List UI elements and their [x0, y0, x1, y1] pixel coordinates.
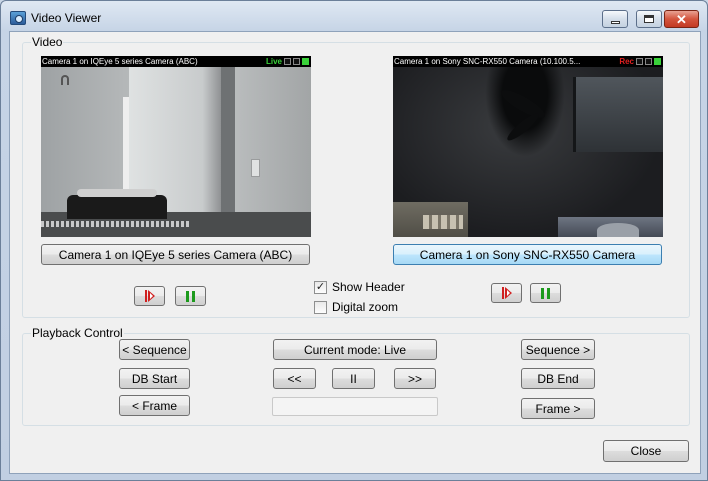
rewind-button[interactable]: << [273, 368, 316, 389]
close-button[interactable]: Close [603, 440, 689, 462]
status-indicator-icon [654, 58, 661, 65]
status-indicator-icon [293, 58, 300, 65]
camera-2-video-feed[interactable]: Camera 1 on Sony SNC-RX550 Camera (10.10… [393, 56, 663, 237]
video-group-label: Video [31, 35, 64, 49]
status-indicator-icon [302, 58, 309, 65]
camera-1-pause-button[interactable] [175, 286, 206, 306]
maximize-icon [644, 15, 654, 23]
video-viewer-window: Video Viewer ✕ Video Camera 1 on IQEye 5… [0, 0, 708, 481]
minimize-button[interactable] [602, 10, 628, 28]
camera-2-play-button[interactable] [491, 283, 522, 303]
camera-1-select-button[interactable]: Camera 1 on IQEye 5 series Camera (ABC) [41, 244, 310, 265]
fast-forward-button[interactable]: >> [394, 368, 436, 389]
status-indicator-icon [636, 58, 643, 65]
playback-group-label: Playback Control [31, 326, 124, 340]
maximize-button[interactable] [636, 10, 662, 28]
play-icon [144, 290, 155, 302]
window-close-button[interactable]: ✕ [664, 10, 699, 28]
sequence-previous-button[interactable]: < Sequence [119, 339, 190, 360]
frame-next-button[interactable]: Frame > [521, 398, 595, 419]
db-start-button[interactable]: DB Start [119, 368, 190, 389]
camera-1-video-feed[interactable]: Camera 1 on IQEye 5 series Camera (ABC) … [41, 56, 311, 237]
camera-app-icon [10, 11, 26, 25]
playback-pause-button[interactable]: II [332, 368, 375, 389]
digital-zoom-label: Digital zoom [332, 300, 399, 314]
status-indicator-icon [284, 58, 291, 65]
camera-2-select-button[interactable]: Camera 1 on Sony SNC-RX550 Camera [393, 244, 662, 265]
pause-icon [541, 287, 550, 299]
video-group: Video Camera 1 on IQEye 5 series Camera … [22, 35, 690, 318]
current-mode-button[interactable]: Current mode: Live [273, 339, 437, 360]
show-header-option[interactable]: ✓ Show Header [314, 280, 405, 294]
db-end-button[interactable]: DB End [521, 368, 595, 389]
camera-2-pause-button[interactable] [530, 283, 561, 303]
frame-previous-button[interactable]: < Frame [119, 395, 190, 416]
live-badge: Live [265, 57, 282, 66]
play-icon [501, 287, 512, 299]
show-header-checkbox[interactable]: ✓ [314, 280, 327, 294]
client-area: Video Camera 1 on IQEye 5 series Camera … [9, 31, 701, 474]
status-indicator-icon [645, 58, 652, 65]
camera-1-play-button[interactable] [134, 286, 165, 306]
close-icon: ✕ [676, 11, 687, 27]
camera-2-status: Rec [617, 57, 661, 66]
rec-badge: Rec [619, 57, 634, 66]
camera-1-header-text: Camera 1 on IQEye 5 series Camera (ABC) [42, 57, 198, 66]
camera-2-image [393, 67, 663, 237]
digital-zoom-option[interactable]: Digital zoom [314, 300, 398, 314]
camera-1-status: Live [263, 57, 309, 66]
window-title: Video Viewer [31, 11, 102, 25]
sequence-next-button[interactable]: Sequence > [521, 339, 595, 360]
title-bar[interactable]: Video Viewer ✕ [1, 1, 707, 31]
camera-2-header-text: Camera 1 on Sony SNC-RX550 Camera (10.10… [394, 57, 581, 66]
camera-1-image [41, 67, 311, 237]
pause-icon [186, 290, 195, 302]
playback-position-field [272, 397, 438, 416]
show-header-label: Show Header [332, 280, 405, 294]
digital-zoom-checkbox[interactable] [314, 300, 327, 314]
minimize-icon [610, 20, 620, 24]
